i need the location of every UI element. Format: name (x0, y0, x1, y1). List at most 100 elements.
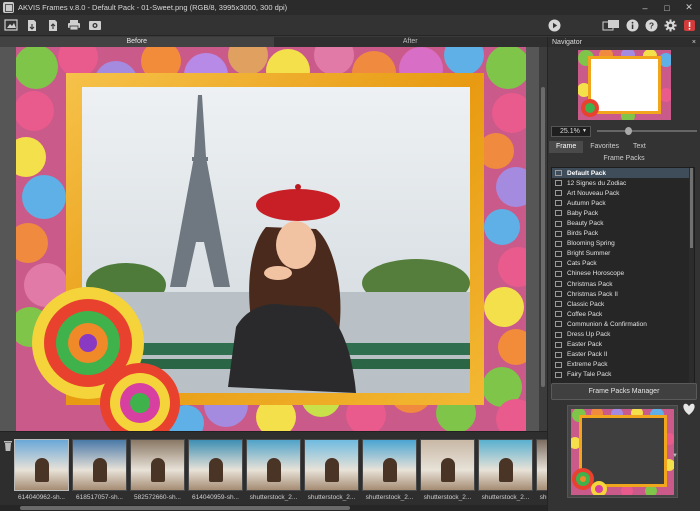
export-icon[interactable] (45, 18, 61, 32)
canvas-vertical-scrollbar[interactable] (539, 47, 547, 431)
thumbnail-label: shutterstock_2... (365, 494, 414, 501)
frame-pack-item[interactable]: Communion & Confirmation (552, 319, 694, 329)
thumbnail-image (14, 439, 69, 491)
frame-pack-item[interactable]: Birds Pack (552, 229, 694, 239)
folder-icon (555, 250, 562, 257)
frame-pack-item[interactable]: 12 Signes du Zodiac (552, 178, 694, 188)
navigator-preview[interactable] (578, 50, 671, 120)
frame-pack-item[interactable]: Baby Pack (552, 208, 694, 218)
frame-pack-label: Easter Pack (567, 341, 603, 349)
frame-packs-manager-button[interactable]: Frame Packs Manager (551, 383, 697, 400)
frame-packs-list: Default Pack 12 Signes du Zodiac Art Nouve… (551, 167, 695, 389)
frame-pack-item[interactable]: Easter Pack II (552, 350, 694, 360)
settings-icon[interactable] (662, 18, 678, 32)
frame-pack-item[interactable]: Cats Pack (552, 259, 694, 269)
maximize-button[interactable]: □ (656, 0, 678, 15)
thumbnail-label: shutterstock_2... (481, 494, 530, 501)
thumbnail-label: 614040959-sh... (192, 494, 239, 501)
frame-pack-item[interactable]: Beauty Pack (552, 218, 694, 228)
framed-photo (16, 47, 526, 431)
frame-pack-item[interactable]: Default Pack (552, 168, 694, 179)
frame-pack-label: Blooming Spring (567, 240, 615, 248)
frame-pack-item[interactable]: Chinese Horoscope (552, 269, 694, 279)
info-icon[interactable] (624, 18, 640, 32)
toolbar-right: ? (601, 18, 697, 32)
frame-pack-item[interactable]: Extreme Pack (552, 360, 694, 370)
tab-text[interactable]: Text (626, 141, 653, 153)
frame-pack-label: Baby Pack (567, 209, 599, 217)
frame-pack-label: Dress Up Pack (567, 331, 611, 339)
frame-pack-item[interactable]: Easter Pack (552, 340, 694, 350)
filmstrip-scrollbar[interactable] (0, 505, 547, 511)
folder-icon (555, 341, 562, 348)
close-button[interactable]: ✕ (678, 0, 700, 15)
batch-icon[interactable] (87, 18, 103, 32)
window-title: AKVIS Frames v.8.0 - Default Pack - 01-S… (18, 3, 288, 12)
frame-pack-item[interactable]: Coffee Pack (552, 309, 694, 319)
favorite-heart-icon[interactable] (682, 403, 696, 418)
folder-icon (555, 200, 562, 207)
filmstrip-thumbnail[interactable]: 618517057-sh... (72, 439, 127, 501)
frame-pack-item[interactable]: Christmas Pack (552, 279, 694, 289)
frame-pack-label: Beauty Pack (567, 220, 604, 228)
save-image-icon[interactable] (24, 18, 40, 32)
thumbnail-image (188, 439, 243, 491)
folder-icon (555, 220, 562, 227)
chevron-down-icon[interactable]: ▼ (672, 453, 678, 459)
navigator-close-button[interactable]: × (692, 39, 696, 46)
packs-scrollbar[interactable] (689, 168, 694, 388)
frame-pack-item[interactable]: Bright Summer (552, 249, 694, 259)
frame-pack-label: Bright Summer (567, 250, 611, 258)
toolbar-left (3, 18, 103, 32)
frame-pack-label: Extreme Pack (567, 361, 608, 369)
thumbnail-image (130, 439, 185, 491)
folder-icon (555, 210, 562, 217)
frame-pack-item[interactable]: Dress Up Pack (552, 330, 694, 340)
frame-pack-label: 12 Signes du Zodiac (567, 179, 627, 187)
folder-icon (555, 371, 562, 378)
filmstrip-thumbnail[interactable]: 614040962-sh... (14, 439, 69, 501)
frame-pack-item[interactable]: Classic Pack (552, 299, 694, 309)
tab-after[interactable]: After (274, 37, 548, 47)
frame-preview[interactable] (567, 405, 678, 498)
run-icon[interactable] (546, 18, 562, 32)
frame-pack-label: Chinese Horoscope (567, 270, 625, 278)
notifications-icon[interactable] (681, 18, 697, 32)
filmstrip-thumbnail[interactable]: shutterstock_2... (362, 439, 417, 501)
filmstrip-thumbnail[interactable]: shutterstock_2... (304, 439, 359, 501)
filmstrip-thumbnail[interactable]: 582572660-sh... (130, 439, 185, 501)
zoom-slider-handle[interactable] (625, 127, 632, 135)
thumbnail-image (246, 439, 301, 491)
filmstrip-thumbnail[interactable]: 614040959-sh... (188, 439, 243, 501)
trash-icon[interactable] (3, 440, 13, 452)
frame-pack-label: Communion & Confirmation (567, 320, 647, 328)
toolbar: ? (0, 15, 700, 36)
frame-pack-label: Autumn Pack (567, 199, 606, 207)
zoom-dropdown[interactable]: 25.1% ▼ (551, 125, 591, 137)
chevron-down-icon: ▼ (582, 127, 587, 134)
zoom-value: 25.1% (560, 127, 580, 135)
print-icon[interactable] (66, 18, 82, 32)
folder-icon (555, 180, 562, 187)
frame-pack-item[interactable]: Art Nouveau Pack (552, 188, 694, 198)
filmstrip-thumbnail[interactable]: shutterstock_2... (420, 439, 475, 501)
tab-before[interactable]: Before (0, 37, 274, 47)
filmstrip-thumbnail[interactable]: shutterstock_2... (246, 439, 301, 501)
frame-pack-item[interactable]: Christmas Pack II (552, 289, 694, 299)
frame-pack-item[interactable]: Blooming Spring (552, 239, 694, 249)
zoom-slider[interactable] (597, 127, 697, 135)
open-image-icon[interactable] (3, 18, 19, 32)
frame-packs-title: Frame Packs (603, 155, 645, 162)
help-icon[interactable]: ? (643, 18, 659, 32)
frame-pack-item[interactable]: Autumn Pack (552, 198, 694, 208)
tab-favorites[interactable]: Favorites (583, 141, 626, 153)
filmstrip-thumbnail[interactable]: shutterstock_2... (478, 439, 533, 501)
frame-pack-item[interactable]: Fairy Tale Pack (552, 370, 694, 380)
folder-icon (555, 311, 562, 318)
folder-icon (555, 190, 562, 197)
image-canvas[interactable] (0, 47, 547, 431)
frame-pack-label: Fairy Tale Pack (567, 371, 612, 379)
tab-frame[interactable]: Frame (549, 141, 584, 153)
minimize-button[interactable]: – (634, 0, 656, 15)
split-view-icon[interactable] (601, 18, 621, 32)
